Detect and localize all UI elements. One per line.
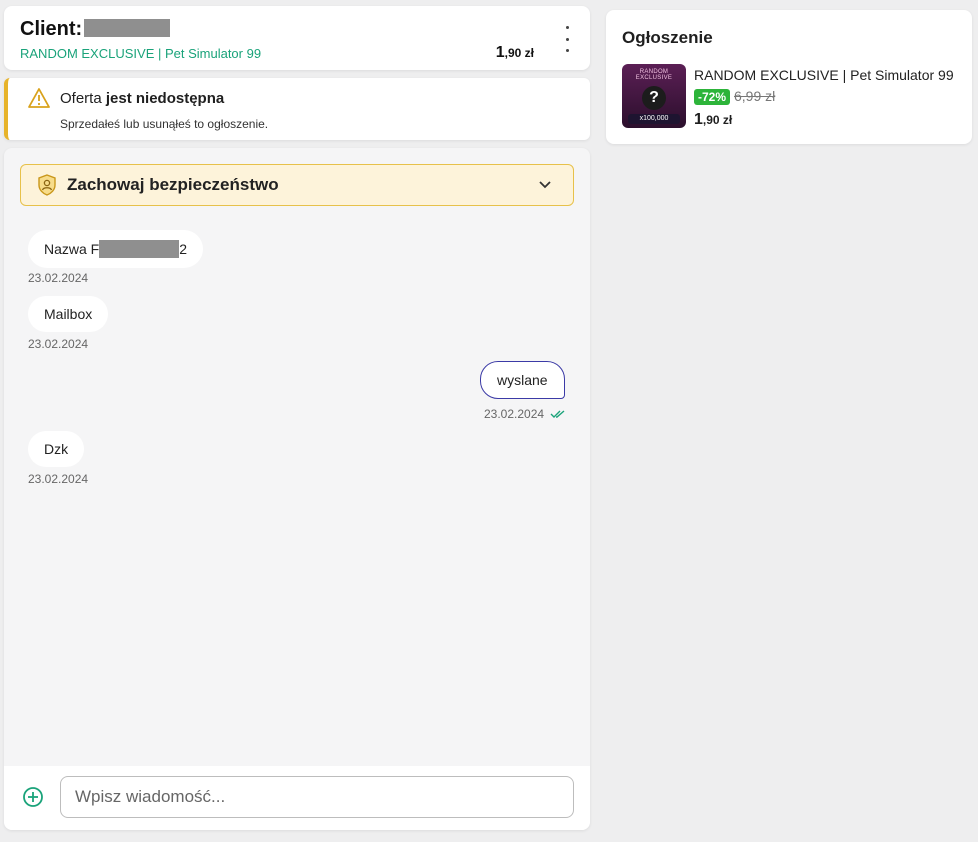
message-date: 23.02.2024 — [28, 337, 89, 351]
redacted-text — [99, 240, 180, 258]
message-bubble-incoming: Mailbox — [28, 296, 109, 332]
message-date: 23.02.2024 — [484, 407, 545, 421]
discount-badge: -72% — [694, 89, 731, 105]
alert-description: Sprzedałeś lub usunąłeś to ogłoszenie. — [60, 117, 269, 131]
alert-title: Oferta jest niedostępna — [60, 90, 225, 107]
message-bubble-outgoing: wyslane — [480, 361, 565, 399]
offer-unavailable-alert: Oferta jest niedostępna Sprzedałeś lub u… — [4, 78, 590, 140]
message-input[interactable] — [60, 776, 574, 818]
more-options-icon[interactable] — [558, 26, 576, 52]
listing-heading: Ogłoszenie — [622, 28, 713, 47]
redacted-client-name — [84, 19, 171, 37]
chat-panel: Zachowaj bezpieczeństwo Nazwa F2 23.02.2… — [4, 148, 590, 830]
offer-price: 1,90 zł — [496, 44, 534, 62]
thumbnail-count: x100,000 — [628, 114, 680, 124]
thumbnail-label: RANDOM EXCLUSIVE — [635, 69, 673, 81]
stay-safe-accordion[interactable]: Zachowaj bezpieczeństwo — [20, 164, 574, 206]
listing-name[interactable]: RANDOM EXCLUSIVE | Pet Simulator 99 — [694, 67, 954, 83]
warning-icon — [28, 88, 50, 108]
conversation-title: Client: — [20, 18, 171, 41]
shield-icon — [38, 174, 56, 196]
stay-safe-label: Zachowaj bezpieczeństwo — [67, 175, 279, 194]
old-price: 6,99 zł — [734, 88, 776, 104]
price-main: 1 — [495, 44, 505, 61]
question-mark-icon: ? — [642, 86, 666, 110]
listing-price: 1,90 zł — [694, 111, 733, 128]
message-composer — [4, 766, 590, 830]
message-date: 23.02.2024 — [28, 472, 89, 486]
client-label: Client: — [20, 18, 83, 40]
double-check-icon — [550, 410, 565, 418]
offer-link[interactable]: RANDOM EXCLUSIVE | Pet Simulator 99 — [20, 46, 261, 61]
add-attachment-icon[interactable] — [22, 786, 44, 808]
listing-thumbnail[interactable]: RANDOM EXCLUSIVE ? x100,000 — [622, 64, 686, 128]
price-fraction: ,90 zł — [504, 46, 534, 60]
conversation-header: Client: RANDOM EXCLUSIVE | Pet Simulator… — [4, 6, 590, 70]
chevron-down-icon — [539, 181, 551, 189]
message-date: 23.02.2024 — [28, 271, 89, 285]
message-bubble-incoming: Dzk — [28, 431, 85, 467]
listing-card: Ogłoszenie RANDOM EXCLUSIVE ? x100,000 R… — [606, 10, 972, 144]
message-bubble-incoming: Nazwa F2 — [28, 230, 204, 268]
